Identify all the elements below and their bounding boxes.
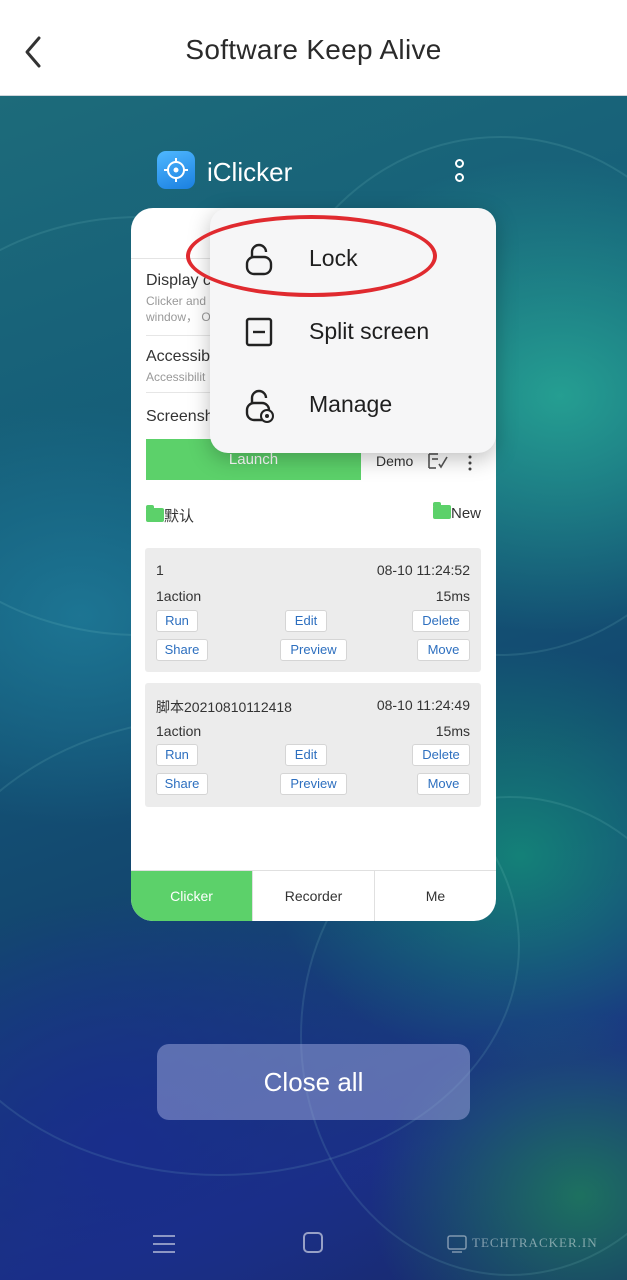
menu-item-lock[interactable]: Lock [210, 223, 496, 293]
menu-item-manage[interactable]: Manage [210, 369, 496, 439]
new-folder-button[interactable]: New [432, 502, 481, 523]
run-button[interactable]: Run [156, 744, 198, 766]
edit-button[interactable]: Edit [285, 744, 327, 766]
manage-lock-icon [245, 389, 274, 423]
script-time: 08-10 11:24:52 [376, 562, 470, 578]
app-name-label: iClicker [207, 157, 293, 187]
share-button[interactable]: Share [156, 639, 208, 661]
script-name: 脚本20210810112418 [156, 699, 292, 715]
delete-button[interactable]: Delete [412, 610, 470, 632]
folder-icon [432, 502, 451, 519]
split-screen-icon [245, 317, 273, 347]
tab-recorder[interactable]: Recorder [252, 871, 374, 921]
script-duration: 15ms [435, 723, 470, 739]
share-button[interactable]: Share [156, 773, 208, 795]
preview-button[interactable]: Preview [280, 639, 347, 661]
script-duration: 15ms [435, 588, 470, 604]
folder-row: 默认 New [146, 502, 481, 527]
edit-list-icon[interactable] [428, 452, 448, 470]
more-options-icon[interactable] [445, 154, 475, 188]
tab-me[interactable]: Me [374, 871, 496, 921]
crosshair-icon [164, 158, 188, 182]
bottom-tab-bar: Clicker Recorder Me [131, 870, 496, 921]
run-button[interactable]: Run [156, 610, 198, 632]
vertical-dots-icon[interactable] [467, 454, 473, 472]
script-item[interactable]: 脚本20210810112418 08-10 11:24:49 1action … [145, 683, 481, 807]
preview-button[interactable]: Preview [280, 773, 347, 795]
menu-label: Split screen [309, 318, 430, 344]
nav-line [153, 1235, 175, 1237]
demo-link[interactable]: Demo [376, 453, 413, 469]
delete-button[interactable]: Delete [412, 744, 470, 766]
page-title: Software Keep Alive [185, 34, 442, 65]
folder-label: 默认 [164, 508, 195, 525]
recents-nav-icon[interactable] [153, 1235, 175, 1253]
menu-label: Manage [309, 391, 393, 417]
iclicker-app-icon [157, 151, 195, 189]
lock-icon [245, 243, 273, 276]
folder-label: New [450, 505, 481, 522]
header-bar: Software Keep Alive [0, 0, 627, 96]
script-time: 08-10 11:24:49 [376, 697, 470, 713]
edit-button[interactable]: Edit [285, 610, 327, 632]
watermark-logo-icon [447, 1235, 467, 1253]
watermark-text: TECHTRACKER.IN [472, 1235, 598, 1250]
app-options-menu: Lock Split screen Manage [210, 208, 496, 453]
move-button[interactable]: Move [417, 773, 470, 795]
folder-default[interactable]: 默认 [146, 505, 194, 526]
close-all-button[interactable]: Close all [157, 1044, 470, 1120]
script-name: 1 [156, 562, 164, 578]
more-dot [455, 173, 464, 182]
script-action-count: 1action [156, 588, 202, 604]
nav-line [153, 1243, 175, 1245]
move-button[interactable]: Move [417, 639, 470, 661]
tab-clicker[interactable]: Clicker [131, 871, 252, 921]
more-dot [455, 159, 464, 168]
menu-item-split-screen[interactable]: Split screen [210, 296, 496, 366]
watermark: TECHTRACKER.IN [446, 1232, 601, 1256]
nav-line [153, 1251, 175, 1253]
script-item[interactable]: 1 08-10 11:24:52 1action 15ms Run Edit D… [145, 548, 481, 672]
home-nav-icon[interactable] [303, 1232, 323, 1253]
script-action-count: 1action [156, 723, 202, 739]
menu-label: Lock [309, 245, 358, 271]
folder-icon [146, 505, 164, 522]
